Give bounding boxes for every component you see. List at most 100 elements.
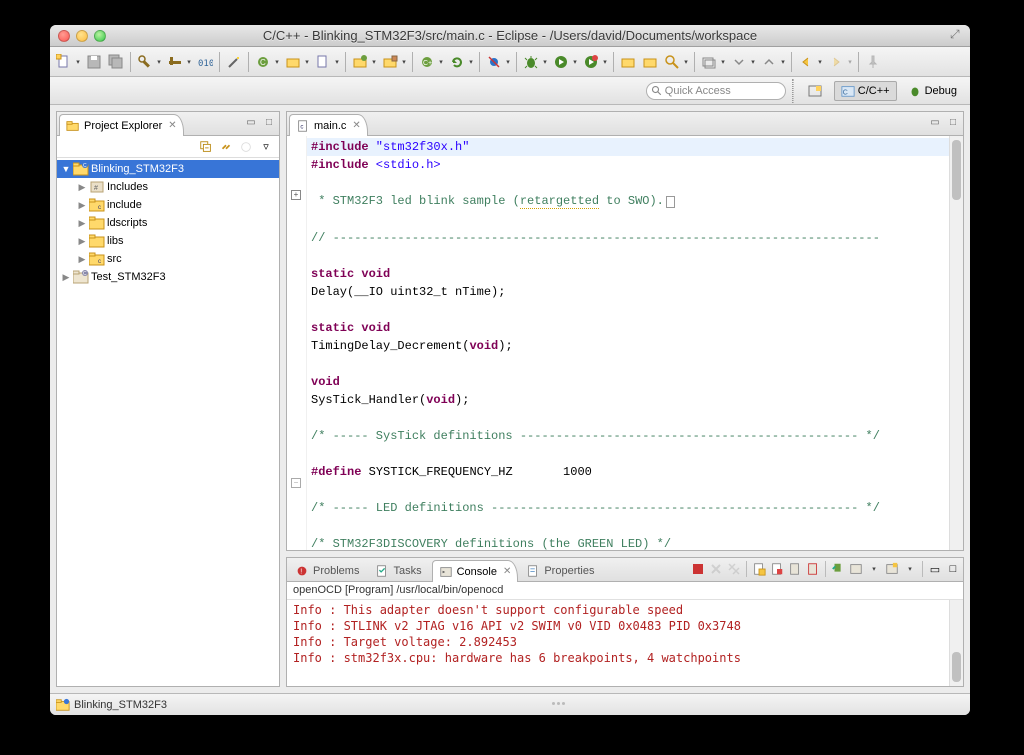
maximize-view-button[interactable]: □ [945, 561, 961, 577]
build-target-button[interactable]: 010 [195, 52, 215, 72]
close-icon[interactable]: ✕ [352, 120, 360, 131]
new-folder-button[interactable] [283, 52, 303, 72]
tab-project-explorer[interactable]: Project Explorer ✕ [59, 114, 184, 136]
save-button[interactable] [84, 52, 104, 72]
remove-all-button[interactable] [726, 561, 742, 577]
folded-marker[interactable] [666, 196, 675, 208]
build-all-dropdown[interactable]: ▾ [185, 52, 193, 72]
close-icon[interactable]: ✕ [168, 120, 176, 131]
tab-tasks[interactable]: Tasks [367, 561, 429, 581]
expand-arrow-icon[interactable]: ▶ [61, 272, 71, 283]
run-button[interactable] [551, 52, 571, 72]
code-area[interactable]: #include "stm32f30x.h"#include <stdio.h>… [307, 136, 949, 550]
remove-launch-button[interactable] [708, 561, 724, 577]
refresh-button[interactable] [447, 52, 467, 72]
back-button[interactable] [796, 52, 816, 72]
prev-annotation-dropdown[interactable]: ▾ [779, 52, 787, 72]
fold-minus-icon[interactable]: − [291, 478, 301, 488]
titlebar-proxy-icon[interactable]: ⤢ [950, 27, 964, 41]
new-dropdown[interactable]: ▾ [74, 52, 82, 72]
editor-scrollbar[interactable] [949, 136, 963, 550]
close-window-button[interactable] [58, 30, 70, 42]
search-dropdown[interactable]: ▾ [682, 52, 690, 72]
minimize-view-button[interactable]: ▭ [927, 561, 943, 577]
search-button[interactable] [662, 52, 682, 72]
debug-dropdown[interactable]: ▾ [541, 52, 549, 72]
tab-console[interactable]: Console ✕ [432, 560, 519, 582]
new-cpp-class-button[interactable]: C [253, 52, 273, 72]
pin-console-button[interactable] [830, 561, 846, 577]
forward-dropdown[interactable]: ▾ [846, 52, 854, 72]
display-selected-dropdown[interactable]: ▾ [866, 561, 882, 577]
next-annotation-dropdown[interactable]: ▾ [749, 52, 757, 72]
expand-arrow-icon[interactable]: ▶ [77, 236, 87, 247]
tree-item-ldscripts[interactable]: ▶ ldscripts [57, 214, 279, 232]
open-task-dropdown[interactable]: ▾ [400, 52, 408, 72]
refresh-dropdown[interactable]: ▾ [467, 52, 475, 72]
skip-breakpoints-button[interactable] [484, 52, 504, 72]
back-dropdown[interactable]: ▾ [816, 52, 824, 72]
perspective-debug[interactable]: Debug [901, 81, 964, 101]
terminate-button[interactable] [690, 561, 706, 577]
profile-button[interactable] [581, 52, 601, 72]
expand-arrow-icon[interactable]: ▶ [77, 182, 87, 193]
tree-item-includes[interactable]: ▶ # Includes [57, 178, 279, 196]
tab-properties[interactable]: Properties [518, 561, 602, 581]
profile-dropdown[interactable]: ▾ [601, 52, 609, 72]
tree-item-include[interactable]: ▶ c include [57, 196, 279, 214]
scrollbar-thumb[interactable] [952, 140, 961, 200]
forward-button[interactable] [826, 52, 846, 72]
console-scrollbar[interactable] [949, 600, 963, 686]
toggle-mark-dropdown[interactable]: ▾ [719, 52, 727, 72]
editor-area[interactable]: + − #include "stm32f30x.h"#include <stdi… [287, 136, 963, 550]
tree-project-root[interactable]: ▼ C Blinking_STM32F3 [57, 160, 279, 178]
expand-arrow-icon[interactable]: ▼ [61, 164, 71, 174]
new-cpp-class-dropdown[interactable]: ▾ [273, 52, 281, 72]
build-all-button[interactable] [165, 52, 185, 72]
status-project-label[interactable]: Blinking_STM32F3 [74, 699, 167, 711]
tree-item-libs[interactable]: ▶ libs [57, 232, 279, 250]
wand-button[interactable] [224, 52, 244, 72]
scrollbar-thumb[interactable] [952, 652, 961, 682]
folder-nav1-button[interactable] [618, 52, 638, 72]
clear-console-button[interactable] [751, 561, 767, 577]
minimize-view-button[interactable]: ▭ [243, 114, 259, 130]
quick-access-input[interactable]: Quick Access [646, 82, 786, 100]
skip-breakpoints-dropdown[interactable]: ▾ [504, 52, 512, 72]
new-cclass-button[interactable]: C+ [417, 52, 437, 72]
maximize-view-button[interactable]: □ [945, 114, 961, 130]
console-body[interactable]: Info : This adapter doesn't support conf… [287, 600, 963, 686]
new-cclass-dropdown[interactable]: ▾ [437, 52, 445, 72]
tree-project-test[interactable]: ▶ C Test_STM32F3 [57, 268, 279, 286]
close-icon[interactable]: ✕ [503, 566, 511, 577]
view-menu-button[interactable]: ▿ [257, 138, 275, 156]
collapse-all-button[interactable] [197, 138, 215, 156]
tab-main-c[interactable]: c main.c ✕ [289, 114, 368, 136]
new-folder-dropdown[interactable]: ▾ [303, 52, 311, 72]
tab-problems[interactable]: ! Problems [287, 561, 367, 581]
expand-arrow-icon[interactable]: ▶ [77, 200, 87, 211]
new-file-dropdown[interactable]: ▾ [333, 52, 341, 72]
build-dropdown[interactable]: ▾ [155, 52, 163, 72]
build-button[interactable] [135, 52, 155, 72]
debug-button[interactable] [521, 52, 541, 72]
minimize-view-button[interactable]: ▭ [927, 114, 943, 130]
pin-button[interactable] [863, 52, 883, 72]
display-selected-button[interactable] [848, 561, 864, 577]
open-console-dropdown[interactable]: ▾ [902, 561, 918, 577]
show-on-stdout-button[interactable] [787, 561, 803, 577]
run-dropdown[interactable]: ▾ [571, 52, 579, 72]
editor-gutter[interactable]: + − [287, 136, 307, 550]
expand-arrow-icon[interactable]: ▶ [77, 254, 87, 265]
open-type-button[interactable] [350, 52, 370, 72]
scroll-lock-button[interactable] [769, 561, 785, 577]
toggle-mark-button[interactable] [699, 52, 719, 72]
open-task-button[interactable] [380, 52, 400, 72]
open-perspective-button[interactable] [800, 81, 830, 101]
prev-annotation-button[interactable] [759, 52, 779, 72]
save-all-button[interactable] [106, 52, 126, 72]
perspective-cpp[interactable]: C C/C++ [834, 81, 897, 101]
zoom-window-button[interactable] [94, 30, 106, 42]
open-type-dropdown[interactable]: ▾ [370, 52, 378, 72]
focus-task-button[interactable] [237, 138, 255, 156]
